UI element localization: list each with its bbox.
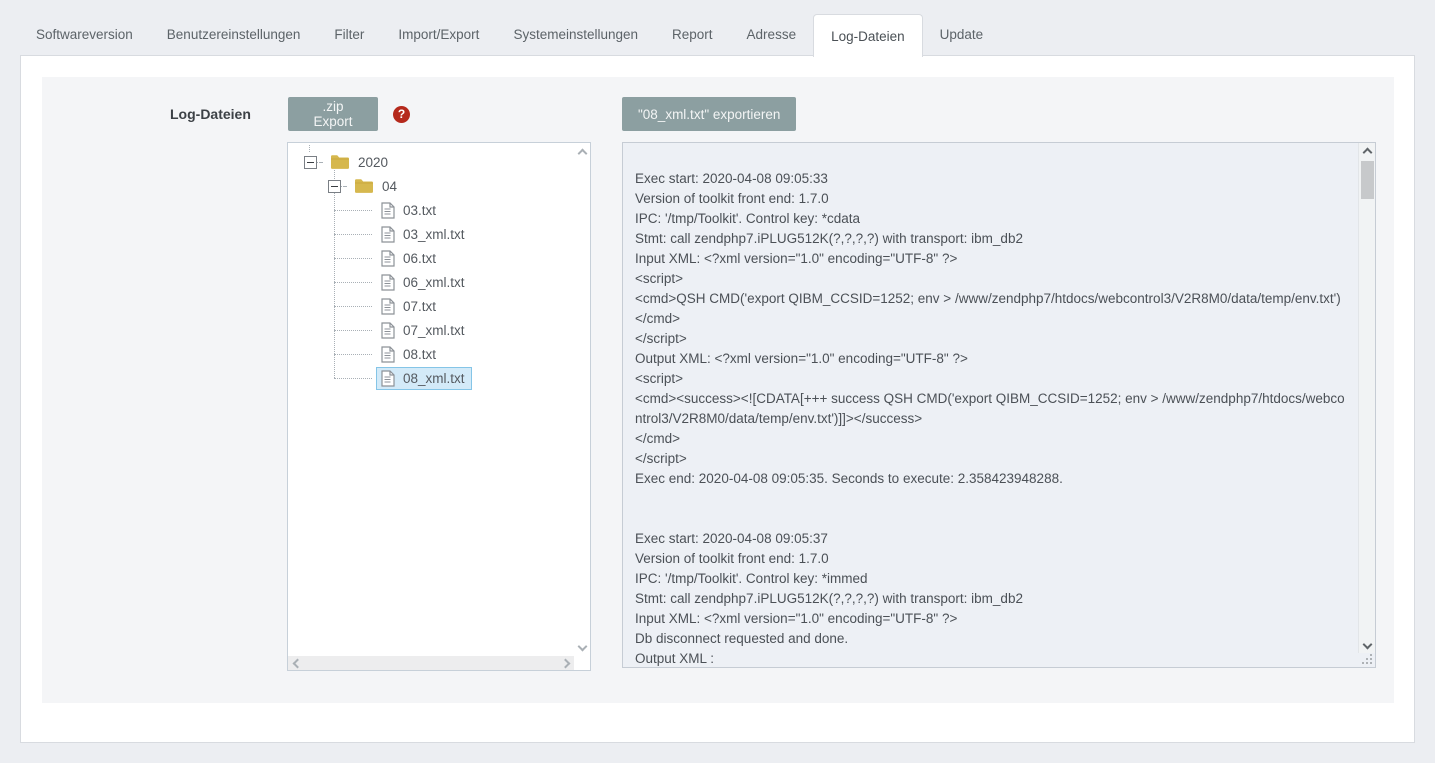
tree-item-label: 06_xml.txt [403, 275, 465, 290]
scroll-right-icon[interactable] [558, 656, 572, 670]
help-icon[interactable]: ? [393, 106, 410, 123]
file-node[interactable]: 03.txt [376, 199, 443, 222]
scroll-left-icon[interactable] [290, 656, 304, 670]
tree-item-label: 06.txt [403, 251, 436, 266]
tree-item-file[interactable]: 07_xml.txt [288, 318, 574, 342]
folder-icon [354, 178, 374, 194]
tree-item-label: 07_xml.txt [403, 323, 465, 338]
log-dateien-panel: Log-Dateien .zip Export ? "08_xml.txt" e… [42, 77, 1394, 703]
log-textarea[interactable]: Exec start: 2020-04-08 09:05:33 Version … [622, 142, 1376, 668]
file-icon [380, 298, 395, 315]
tree-item-label: 03.txt [403, 203, 436, 218]
file-icon [380, 202, 395, 219]
log-content: Exec start: 2020-04-08 09:05:33 Version … [623, 143, 1358, 667]
zip-export-button[interactable]: .zip Export [288, 97, 378, 131]
log-vertical-scrollbar[interactable] [1358, 143, 1375, 653]
tree-item-label: 03_xml.txt [403, 227, 465, 242]
folder-node[interactable]: 2020 [326, 151, 395, 173]
tree-item-file[interactable]: 03_xml.txt [288, 222, 574, 246]
tree-item-file[interactable]: 08.txt [288, 342, 574, 366]
folder-node[interactable]: 04 [350, 175, 404, 197]
tree-item-folder-2020[interactable]: 2020 [288, 150, 574, 174]
file-icon [380, 274, 395, 291]
file-node[interactable]: 08.txt [376, 343, 443, 366]
tree-item-label: 08.txt [403, 347, 436, 362]
file-icon [380, 322, 395, 339]
file-node[interactable]: 06_xml.txt [376, 271, 472, 294]
tree-horizontal-scrollbar[interactable] [288, 656, 574, 670]
scroll-up-icon[interactable] [1359, 144, 1376, 160]
tree-item-file[interactable]: 06.txt [288, 246, 574, 270]
scroll-down-icon[interactable] [1359, 636, 1376, 652]
scroll-down-icon[interactable] [574, 638, 590, 654]
tab-import-export[interactable]: Import/Export [381, 14, 496, 55]
scrollbar-thumb[interactable] [1361, 161, 1374, 199]
tab-bar: Softwareversion Benutzereinstellungen Fi… [0, 0, 1435, 55]
file-icon [380, 370, 395, 387]
tree-vertical-scrollbar[interactable] [574, 143, 590, 656]
content-card: Log-Dateien .zip Export ? "08_xml.txt" e… [20, 55, 1415, 743]
scroll-up-icon[interactable] [574, 145, 590, 161]
tree-item-file-selected[interactable]: 08_xml.txt [288, 366, 574, 390]
file-tree-content: 2020 04 [288, 143, 574, 656]
tree-item-label: 04 [382, 179, 397, 194]
field-label: Log-Dateien [170, 106, 251, 122]
tree-item-folder-04[interactable]: 04 [288, 174, 574, 198]
collapse-icon[interactable] [304, 156, 317, 169]
file-icon [380, 226, 395, 243]
tab-softwareversion[interactable]: Softwareversion [19, 14, 150, 55]
folder-icon [330, 154, 350, 170]
file-node-selected[interactable]: 08_xml.txt [376, 367, 472, 390]
tree-item-label: 08_xml.txt [403, 371, 465, 386]
file-tree: 2020 04 [287, 142, 591, 671]
tab-update[interactable]: Update [923, 14, 1001, 55]
file-node[interactable]: 06.txt [376, 247, 443, 270]
file-node[interactable]: 07.txt [376, 295, 443, 318]
file-icon [380, 250, 395, 267]
tab-systemeinstellungen[interactable]: Systemeinstellungen [496, 14, 655, 55]
tab-filter[interactable]: Filter [317, 14, 381, 55]
tab-benutzereinstellungen[interactable]: Benutzereinstellungen [150, 14, 318, 55]
resize-grip-icon[interactable] [1370, 662, 1372, 664]
tab-log-dateien[interactable]: Log-Dateien [813, 14, 923, 57]
scrollbar-corner [574, 656, 590, 670]
tree-item-label: 07.txt [403, 299, 436, 314]
tree-item-file[interactable]: 03.txt [288, 198, 574, 222]
tree-item-file[interactable]: 07.txt [288, 294, 574, 318]
collapse-icon[interactable] [328, 180, 341, 193]
file-icon [380, 346, 395, 363]
file-node[interactable]: 07_xml.txt [376, 319, 472, 342]
file-node[interactable]: 03_xml.txt [376, 223, 472, 246]
tab-adresse[interactable]: Adresse [730, 14, 814, 55]
tab-report[interactable]: Report [655, 14, 730, 55]
tree-item-label: 2020 [358, 155, 388, 170]
tree-item-file[interactable]: 06_xml.txt [288, 270, 574, 294]
export-selected-file-button[interactable]: "08_xml.txt" exportieren [622, 97, 796, 131]
